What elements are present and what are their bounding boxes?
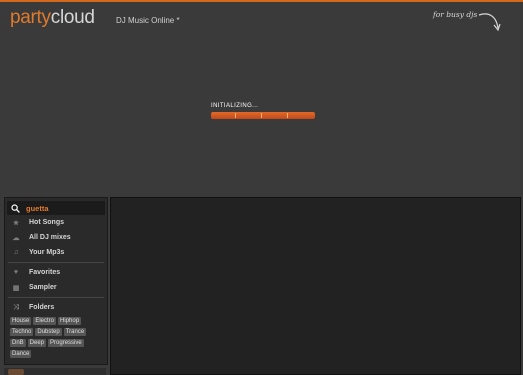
sidebar-item-label: Folders [29,304,55,311]
search-box[interactable]: guetta [7,201,105,215]
divider [8,262,104,263]
star-icon: ★ [12,219,20,227]
sidebar-item-label: Sampler [29,284,57,291]
sidebar-item-label: All DJ mixes [29,234,71,241]
divider [8,297,104,298]
sidebar: guetta ★ Hot Songs ☁ All DJ mixes ♫ Your… [4,197,108,365]
curved-arrow-icon [478,13,501,32]
progress-bar [211,112,315,119]
cloud-icon: ☁ [12,234,20,242]
sidebar-item-folders[interactable]: ⤨ Folders [5,300,107,315]
search-input[interactable]: guetta [26,204,49,213]
loading-indicator: INITIALIZING... [211,103,315,119]
progress-tick [287,113,288,118]
sidebar-item-your-mp3s[interactable]: ♫ Your Mp3s [5,245,107,260]
progress-fill [211,112,315,119]
sidebar-item-label: Your Mp3s [29,249,65,256]
sidebar-item-label: Hot Songs [29,219,64,226]
genre-tag[interactable]: Hiphop [58,317,82,325]
loading-label: INITIALIZING... [211,103,259,109]
genre-tag[interactable]: House [10,317,32,325]
search-icon [11,203,20,213]
logo-cloud-text: cloud [50,7,95,28]
genre-tag[interactable]: Deep [27,339,47,347]
progress-tick [235,113,236,118]
sidebar-item-favorites[interactable]: ♥ Favorites [5,265,107,280]
genre-tag[interactable]: Techno [10,328,34,336]
tagline: for busy djs [433,10,478,19]
genre-tag[interactable]: Dubstep [35,328,62,336]
logo-party-text: party [10,7,51,28]
genre-tag[interactable]: Progressive [48,339,84,347]
genre-tag[interactable]: Dance [10,350,32,358]
heart-icon: ♥ [13,269,19,276]
grid-icon: ▦ [12,284,20,292]
sidebar-item-sampler[interactable]: ▦ Sampler [5,280,107,295]
progress-tick [261,113,262,118]
logo[interactable]: partycloud [10,7,95,29]
genre-tag[interactable]: Electro [33,317,57,325]
site-subtitle: DJ Music Online * [116,16,180,25]
main-content-panel [110,197,521,375]
genre-tag[interactable]: DnB [10,339,26,347]
shuffle-icon: ⤨ [13,303,19,311]
sidebar-item-hot-songs[interactable]: ★ Hot Songs [5,215,107,230]
music-note-icon: ♫ [13,249,19,256]
header: partycloud DJ Music Online * for busy dj… [0,2,523,196]
sidebar-item-all-dj-mixes[interactable]: ☁ All DJ mixes [5,230,107,245]
genre-tags: House Electro Hiphop Techno Dubstep Tran… [5,315,107,361]
genre-tag[interactable]: Trance [63,328,87,336]
sidebar-item-label: Favorites [29,269,61,276]
avatar [8,369,24,375]
